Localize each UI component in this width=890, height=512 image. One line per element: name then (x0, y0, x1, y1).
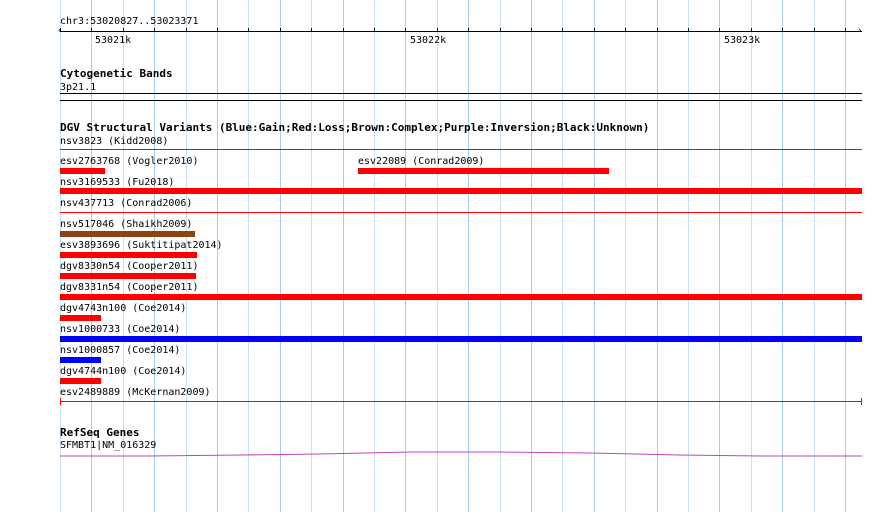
gene-intron-line (60, 451, 862, 457)
dgv-feature-esv22089[interactable] (358, 168, 609, 174)
grid-line (562, 0, 563, 512)
grid-line (657, 0, 658, 512)
ruler-minor-tick (217, 28, 218, 32)
dgv-feature-dgv4744n100[interactable] (60, 378, 101, 384)
grid-line (500, 0, 501, 512)
dgv-feature-label: nsv1000733 (Coe2014) (60, 324, 181, 335)
ruler-minor-tick (343, 28, 344, 32)
ruler-line (60, 31, 862, 32)
dgv-feature-label: nsv1000857 (Coe2014) (60, 345, 181, 356)
ruler-minor-tick (688, 28, 689, 32)
dgv-feature-label: nsv3169533 (Fu2018) (60, 177, 175, 188)
grid-line (625, 0, 626, 512)
dgv-feature-esv2489889[interactable] (60, 401, 862, 402)
dgv-feature-label: dgv4743n100 (Coe2014) (60, 303, 187, 314)
dgv-feature-label: esv22089 (Conrad2009) (358, 156, 485, 167)
ruler-minor-tick (186, 28, 187, 32)
dgv-feature-nsv1000857[interactable] (60, 357, 101, 363)
ruler-minor-tick (594, 28, 595, 32)
grid-line (782, 0, 783, 512)
grid-line (719, 0, 720, 512)
cytoband-label: 3p21.1 (60, 82, 97, 93)
ruler-minor-tick (311, 28, 312, 32)
grid-line (468, 0, 469, 512)
grid-line (437, 0, 438, 512)
grid-line (374, 0, 375, 512)
ruler-minor-tick (248, 28, 249, 32)
refseq-gene-model[interactable] (60, 448, 862, 460)
dgv-feature-label: esv2763768 (Vogler2010) (60, 156, 199, 167)
ruler-minor-tick (531, 28, 532, 32)
dgv-feature-label: esv2489889 (McKernan2009) (60, 387, 211, 398)
ruler-minor-tick (657, 28, 658, 32)
ruler-minor-tick (374, 28, 375, 32)
grid-line (845, 0, 846, 512)
ruler-minor-tick (91, 28, 92, 32)
dgv-track-title[interactable]: DGV Structural Variants (Blue:Gain;Red:L… (60, 122, 649, 134)
ruler-tick-label: 53022k (410, 35, 447, 46)
grid-line (217, 0, 218, 512)
dgv-feature-label: esv3893696 (Suktitipat2014) (60, 240, 223, 251)
dgv-feature-label: nsv3823 (Kidd2008) (60, 136, 169, 147)
grid-line (688, 0, 689, 512)
dgv-feature-dgv8330n54[interactable] (60, 273, 196, 279)
grid-line (594, 0, 595, 512)
dgv-feature-esv3893696[interactable] (60, 252, 197, 258)
dgv-feature-dgv4743n100[interactable] (60, 315, 101, 321)
dgv-feature-nsv1000733[interactable] (60, 336, 862, 342)
dgv-feature-label: dgv8330n54 (Cooper2011) (60, 261, 199, 272)
cytoband-bottom-line (60, 100, 862, 101)
dgv-feature-label: dgv4744n100 (Coe2014) (60, 366, 187, 377)
dgv-feature-label: nsv437713 (Conrad2006) (60, 198, 193, 209)
dgv-feature-nsv3823[interactable] (60, 149, 862, 150)
ruler-minor-tick (123, 28, 124, 32)
dgv-feature-dgv8331n54[interactable] (60, 294, 862, 300)
ruler-tick-label: 53023k (724, 35, 761, 46)
dgv-feature-nsv437713[interactable] (60, 212, 862, 213)
cytoband-track-title[interactable]: Cytogenetic Bands (60, 68, 173, 80)
esv2489889-left-cap (60, 398, 61, 405)
dgv-feature-esv2763768[interactable] (60, 168, 105, 174)
ruler-position: chr3:53020827..53023371 (60, 16, 199, 27)
ruler-minor-tick (719, 28, 720, 32)
grid-line (405, 0, 406, 512)
dgv-feature-nsv3169533[interactable] (60, 188, 862, 194)
grid-line (248, 0, 249, 512)
grid-line (343, 0, 344, 512)
ruler-minor-tick (437, 28, 438, 32)
dgv-feature-nsv517046[interactable] (60, 231, 195, 237)
grid-line (531, 0, 532, 512)
cytoband-top-line (60, 93, 862, 94)
ruler-minor-tick (814, 28, 815, 32)
ruler-minor-tick (782, 28, 783, 32)
ruler-minor-tick (500, 28, 501, 32)
grid-line (814, 0, 815, 512)
ruler-minor-tick (625, 28, 626, 32)
ruler-minor-tick (280, 28, 281, 32)
grid-line (751, 0, 752, 512)
dgv-feature-label: dgv8331n54 (Cooper2011) (60, 282, 199, 293)
dgv-feature-label: nsv517046 (Shaikh2009) (60, 219, 193, 230)
grid-line (311, 0, 312, 512)
refseq-track-title[interactable]: RefSeq Genes (60, 427, 139, 439)
esv2489889-right-cap (861, 398, 862, 405)
grid-line (280, 0, 281, 512)
ruler-minor-tick (562, 28, 563, 32)
ruler-minor-tick (751, 28, 752, 32)
ruler-minor-tick (154, 28, 155, 32)
ruler-minor-tick (405, 28, 406, 32)
ruler-minor-tick (468, 28, 469, 32)
ruler-minor-tick (60, 28, 61, 32)
ruler-minor-tick (845, 28, 846, 32)
ruler-tick-label: 53021k (95, 35, 132, 46)
ruler-right-arrow-icon: › (857, 26, 863, 36)
genome-browser-view: chr3:53020827..53023371 ‹ › 53021k 53022… (0, 0, 890, 512)
